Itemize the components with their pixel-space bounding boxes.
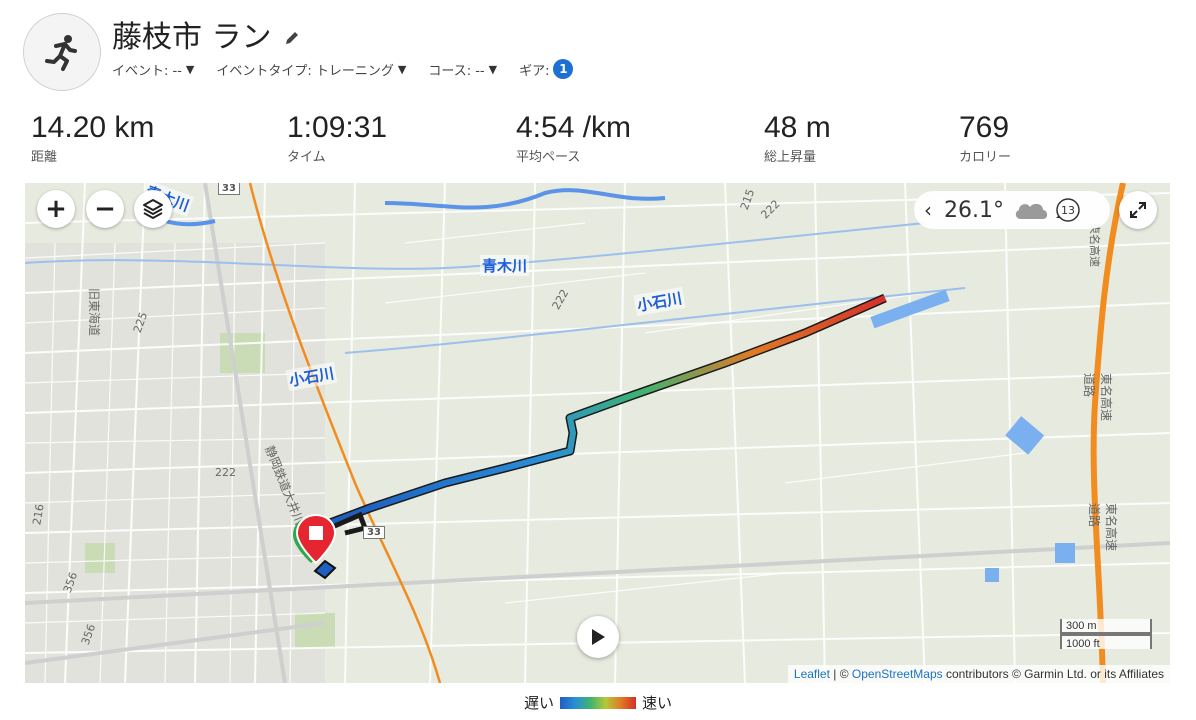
stat-elevation-label: 総上昇量 — [764, 150, 817, 165]
layers-icon — [143, 199, 163, 219]
attribution-rest: contributors © Garmin Ltd. or its Affili… — [942, 667, 1164, 681]
stat-calories-value: 769 — [959, 111, 1010, 144]
event-dropdown-label: イベント: -- — [112, 63, 182, 79]
scale-metric: 300 m — [1060, 619, 1152, 634]
wind-speed-value: 13 — [1060, 203, 1075, 217]
attribution-separator: | © — [829, 667, 852, 681]
activity-type-icon — [23, 13, 101, 91]
map-tiles[interactable] — [25, 183, 1170, 683]
stat-avg-pace-label: 平均ペース — [516, 150, 581, 165]
stat-avg-pace: 4:54 /km 平均ペース — [516, 110, 631, 165]
route-number-label: 222 — [215, 466, 236, 479]
activity-title: 藤枝市 ラン — [112, 18, 300, 58]
map-scale: 300 m 1000 ft — [1060, 619, 1152, 650]
stat-calories-label: カロリー — [959, 150, 1012, 165]
stat-avg-pace-value: 4:54 /km — [516, 111, 632, 144]
legend-fast-label: 速い — [642, 694, 673, 712]
route-number-badge: 33 — [363, 526, 385, 539]
stat-calories: 769 カロリー — [959, 110, 1011, 165]
map-label-tomei-2: 東名高速道路 — [1087, 503, 1118, 552]
legend-slow-label: 遅い — [523, 694, 554, 712]
stat-distance: 14.20 km 距離 — [31, 110, 154, 165]
scale-imperial: 1000 ft — [1060, 634, 1152, 650]
course-dropdown[interactable]: コース: -- ▼ — [428, 60, 497, 79]
map-attribution: Leaflet | © OpenStreetMaps contributors … — [787, 665, 1170, 683]
stat-distance-value: 14.20 km — [31, 111, 155, 144]
stat-elevation-gain: 48 m 総上昇量 — [764, 110, 831, 165]
pace-legend: 遅い 速い — [0, 692, 1196, 713]
event-type-label: イベントタイプ: トレーニング — [216, 63, 394, 79]
play-icon — [592, 629, 605, 645]
event-type-dropdown[interactable]: イベントタイプ: トレーニング ▼ — [216, 60, 406, 79]
layers-button[interactable] — [134, 190, 172, 228]
zoom-in-button[interactable]: + — [37, 190, 75, 228]
zoom-out-button[interactable]: − — [86, 190, 124, 228]
weather-panel[interactable]: ‹ 26.1° 13 — [914, 191, 1110, 229]
running-person-icon — [45, 35, 77, 71]
map-label-tomei-1: 東名高速道路 — [1082, 373, 1113, 422]
play-route-button[interactable] — [577, 616, 619, 658]
activity-map[interactable]: 青木川 小石川 小石川 青木川 静岡鉄道大井川線 旧東海道 東名高速道路 東名高… — [25, 183, 1170, 683]
map-label-tomei-top: 東名高速 — [1088, 223, 1101, 267]
stat-elevation-value: 48 m — [764, 111, 831, 144]
stat-time-value: 1:09:31 — [287, 111, 388, 144]
gear-label: ギア: — [519, 63, 550, 79]
expand-icon — [1130, 202, 1146, 218]
stat-time: 1:09:31 タイム — [287, 110, 387, 165]
activity-title-text: 藤枝市 ラン — [112, 20, 272, 55]
chevron-left-icon[interactable]: ‹ — [924, 198, 932, 222]
course-label: コース: -- — [428, 63, 485, 79]
edit-pencil-icon[interactable] — [284, 30, 300, 46]
fullscreen-button[interactable] — [1119, 191, 1157, 229]
map-label-old-tokaido: 旧東海道 — [87, 288, 101, 337]
map-label-aoki-river: 青木川 — [480, 255, 530, 276]
gear-selector[interactable]: ギア: 1 — [519, 59, 574, 79]
temperature-value: 26.1° — [944, 197, 1004, 223]
gear-count-badge[interactable]: 1 — [553, 59, 574, 79]
stat-time-label: タイム — [287, 150, 326, 165]
cloud-icon — [1015, 203, 1048, 219]
wind-indicator: 13 — [1054, 196, 1082, 224]
start-finish-marker[interactable] — [291, 513, 339, 569]
activity-meta: イベント: -- ▼ イベントタイプ: トレーニング ▼ コース: -- ▼ ギ… — [112, 59, 574, 79]
route-number-badge: 33 — [218, 183, 240, 195]
stat-distance-label: 距離 — [31, 150, 58, 165]
caret-down-icon: ▼ — [397, 62, 407, 76]
caret-down-icon: ▼ — [185, 62, 195, 76]
caret-down-icon: ▼ — [488, 62, 498, 76]
event-dropdown[interactable]: イベント: -- ▼ — [112, 60, 194, 79]
openstreetmap-link[interactable]: OpenStreetMaps — [852, 667, 943, 681]
leaflet-link[interactable]: Leaflet — [794, 667, 830, 681]
pace-gradient-bar — [560, 696, 636, 709]
